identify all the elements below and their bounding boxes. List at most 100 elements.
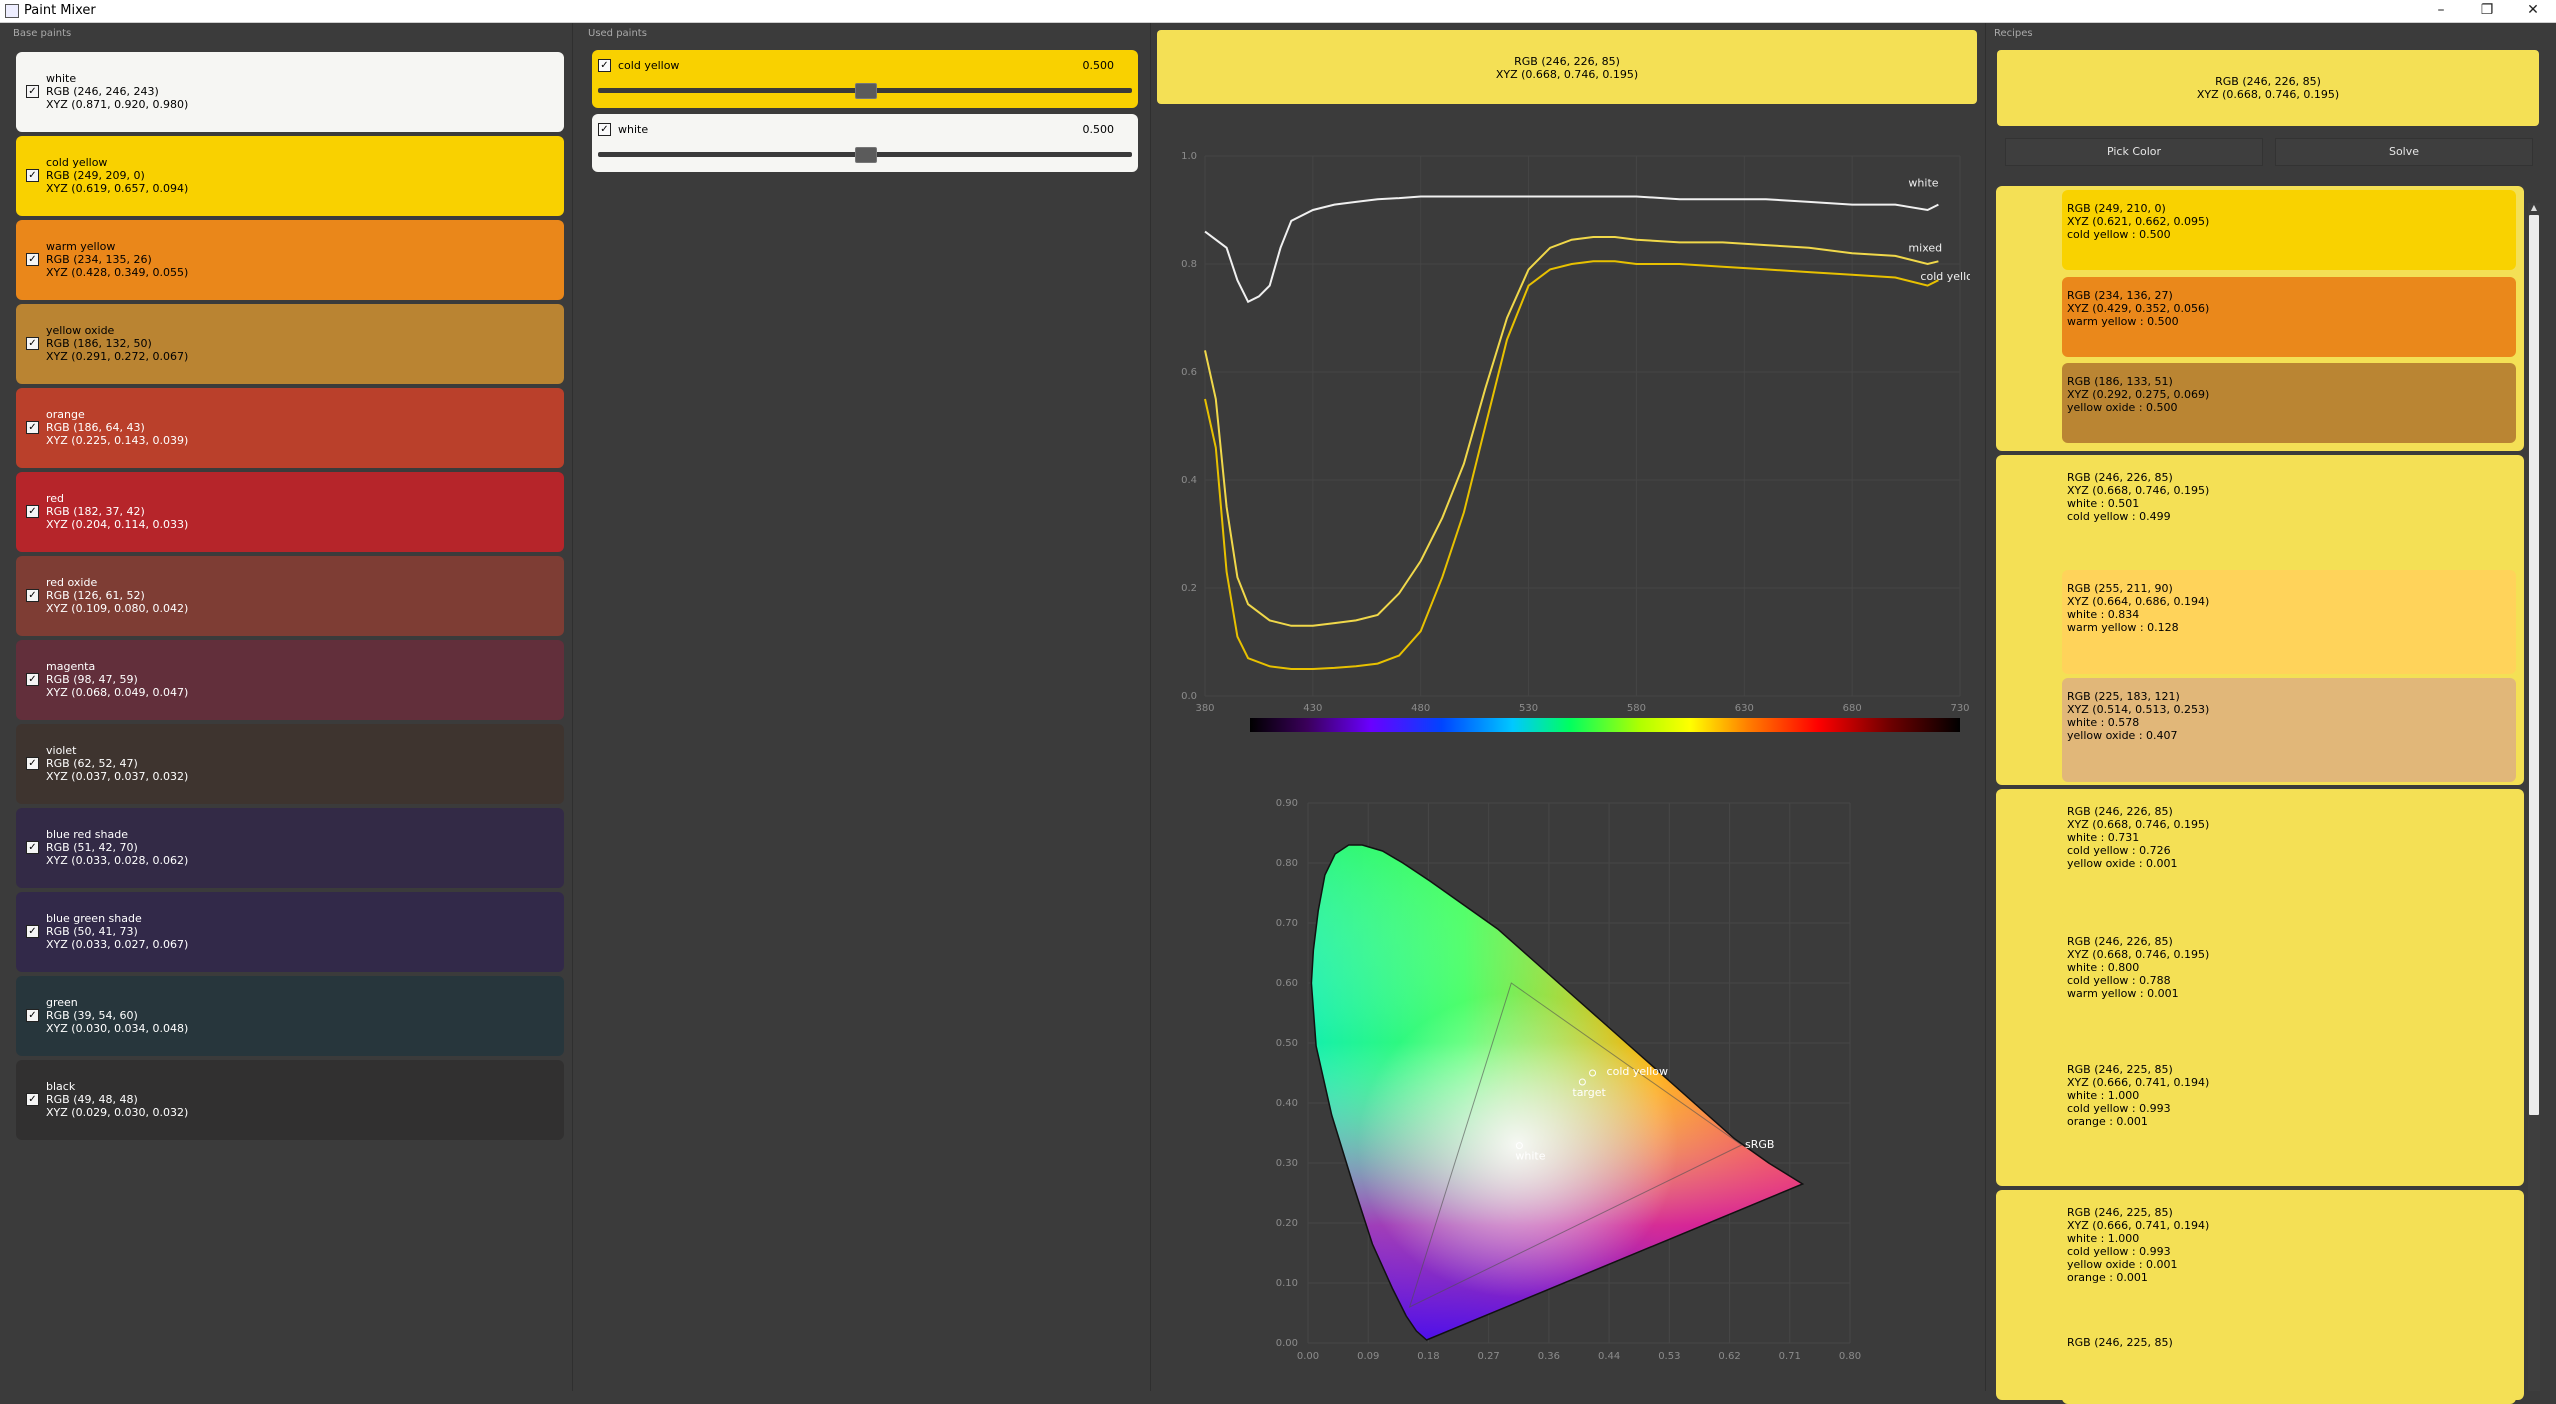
recipe-item[interactable]: RGB (246, 226, 85) XYZ (0.668, 0.746, 0.1… bbox=[2062, 793, 2516, 917]
paint-name: green bbox=[46, 996, 78, 1009]
base-paint-card[interactable]: ✓ blue green shade RGB (50, 41, 73) XYZ (0.… bbox=[16, 892, 564, 972]
recipe-item[interactable]: RGB (186, 133, 51) XYZ (0.292, 0.275, 0.0… bbox=[2062, 363, 2516, 443]
series-label: mixed bbox=[1908, 241, 1942, 254]
maximize-button[interactable]: ❐ bbox=[2464, 0, 2510, 22]
paint-checkbox[interactable]: ✓ bbox=[26, 505, 39, 518]
point-label: sRGB bbox=[1745, 1138, 1774, 1151]
paint-name: cold yellow bbox=[46, 156, 108, 169]
recipe-line: orange : 0.001 bbox=[2067, 1271, 2148, 1284]
panel-separator bbox=[572, 23, 573, 1391]
paint-checkbox[interactable]: ✓ bbox=[26, 589, 39, 602]
paint-name: yellow oxide bbox=[46, 324, 115, 337]
recipe-line: orange : 0.001 bbox=[2067, 1115, 2148, 1128]
recipe-line: XYZ (0.668, 0.746, 0.195) bbox=[2067, 484, 2210, 497]
paint-rgb: RGB (39, 54, 60) bbox=[46, 1009, 138, 1022]
base-paint-card[interactable]: ✓ yellow oxide RGB (186, 132, 50) XYZ (0.29… bbox=[16, 304, 564, 384]
point-label: cold yellow bbox=[1607, 1065, 1668, 1078]
scroll-up-arrow-icon[interactable]: ▲ bbox=[2528, 203, 2540, 213]
base-paint-card[interactable]: ✓ red RGB (182, 37, 42) XYZ (0.204, 0.114, … bbox=[16, 472, 564, 552]
paint-checkbox[interactable]: ✓ bbox=[26, 337, 39, 350]
y-tick-label: 0.40 bbox=[1276, 1098, 1298, 1109]
y-tick-label: 0.30 bbox=[1276, 1158, 1298, 1169]
recipe-item[interactable]: RGB (246, 225, 85) XYZ (0.666, 0.741, 0.1… bbox=[2062, 1051, 2516, 1175]
recipe-item[interactable]: RGB (246, 226, 85) XYZ (0.668, 0.746, 0.1… bbox=[2062, 459, 2516, 563]
used-paint-name: cold yellow bbox=[618, 59, 680, 72]
recipe-item[interactable]: RGB (255, 211, 90) XYZ (0.664, 0.686, 0.1… bbox=[2062, 570, 2516, 674]
recipe-line: RGB (225, 183, 121) bbox=[2067, 690, 2180, 703]
base-paint-card[interactable]: ✓ white RGB (246, 246, 243) XYZ (0.871, 0.9… bbox=[16, 52, 564, 132]
recipe-line: RGB (246, 225, 85) bbox=[2067, 1063, 2173, 1076]
window-title: Paint Mixer bbox=[24, 3, 96, 18]
used-paint-name: white bbox=[618, 123, 649, 136]
point-label: target bbox=[1572, 1086, 1606, 1099]
base-paint-card[interactable]: ✓ green RGB (39, 54, 60) XYZ (0.030, 0.034,… bbox=[16, 976, 564, 1056]
recipe-line: white : 0.834 bbox=[2067, 608, 2140, 621]
y-tick-label: 1.0 bbox=[1181, 151, 1197, 162]
y-tick-label: 0.70 bbox=[1276, 918, 1298, 929]
paint-rgb: RGB (186, 132, 50) bbox=[46, 337, 152, 350]
recipe-line: white : 1.000 bbox=[2067, 1089, 2140, 1102]
pick-color-button[interactable]: Pick Color bbox=[2005, 138, 2263, 166]
y-tick-label: 0.80 bbox=[1276, 858, 1298, 869]
paint-checkbox[interactable]: ✓ bbox=[26, 1093, 39, 1106]
used-paint-checkbox[interactable]: ✓ bbox=[598, 123, 611, 136]
base-paint-card[interactable]: ✓ cold yellow RGB (249, 209, 0) XYZ (0.619,… bbox=[16, 136, 564, 216]
minimize-button[interactable]: – bbox=[2418, 0, 2464, 22]
mixed-rgb: RGB (246, 226, 85) bbox=[1514, 55, 1620, 68]
paint-checkbox[interactable]: ✓ bbox=[26, 841, 39, 854]
recipe-item[interactable]: RGB (225, 183, 121) XYZ (0.514, 0.513, 0.… bbox=[2062, 678, 2516, 782]
paint-xyz: XYZ (0.291, 0.272, 0.067) bbox=[46, 350, 189, 363]
paint-name: red bbox=[46, 492, 65, 505]
base-paint-card[interactable]: ✓ red oxide RGB (126, 61, 52) XYZ (0.109, 0… bbox=[16, 556, 564, 636]
recipe-item[interactable]: RGB (246, 226, 85) XYZ (0.668, 0.746, 0.1… bbox=[2062, 923, 2516, 1047]
panel-separator bbox=[1985, 23, 1986, 1391]
used-paint-checkbox[interactable]: ✓ bbox=[598, 59, 611, 72]
base-paint-card[interactable]: ✓ violet RGB (62, 52, 47) XYZ (0.037, 0.037… bbox=[16, 724, 564, 804]
paint-checkbox[interactable]: ✓ bbox=[26, 673, 39, 686]
paint-name: white bbox=[46, 72, 77, 85]
base-paint-card[interactable]: ✓ warm yellow RGB (234, 135, 26) XYZ (0.428… bbox=[16, 220, 564, 300]
recipe-group: RGB (246, 226, 85) XYZ (0.668, 0.746, 0.1… bbox=[1996, 455, 2524, 785]
amount-slider-handle[interactable] bbox=[855, 83, 877, 99]
paint-xyz: XYZ (0.033, 0.028, 0.062) bbox=[46, 854, 189, 867]
base-paint-card[interactable]: ✓ black RGB (49, 48, 48) XYZ (0.029, 0.030,… bbox=[16, 1060, 564, 1140]
paint-xyz: XYZ (0.029, 0.030, 0.032) bbox=[46, 1106, 189, 1119]
recipe-line: yellow oxide : 0.500 bbox=[2067, 401, 2178, 414]
recipe-line: cold yellow : 0.788 bbox=[2067, 974, 2171, 987]
recipe-group: RGB (246, 226, 85) XYZ (0.668, 0.746, 0.1… bbox=[1996, 789, 2524, 1186]
recipe-line: RGB (234, 136, 27) bbox=[2067, 289, 2173, 302]
paint-checkbox[interactable]: ✓ bbox=[26, 85, 39, 98]
recipe-line: XYZ (0.666, 0.741, 0.194) bbox=[2067, 1219, 2210, 1232]
recipe-item[interactable]: RGB (249, 210, 0) XYZ (0.621, 0.662, 0.09… bbox=[2062, 190, 2516, 270]
used-paint-card: ✓ white 0.500 bbox=[592, 114, 1138, 172]
solve-button[interactable]: Solve bbox=[2275, 138, 2533, 166]
y-tick-label: 0.6 bbox=[1181, 367, 1197, 378]
paint-checkbox[interactable]: ✓ bbox=[26, 253, 39, 266]
recipe-item[interactable]: RGB (246, 225, 85) XYZ (0.666, 0.741, 0.1… bbox=[2062, 1194, 2516, 1318]
recipe-item[interactable]: RGB (234, 136, 27) XYZ (0.429, 0.352, 0.0… bbox=[2062, 277, 2516, 357]
recipe-item[interactable]: RGB (246, 225, 85) bbox=[2062, 1324, 2516, 1404]
recipe-line: yellow oxide : 0.001 bbox=[2067, 1258, 2178, 1271]
paint-xyz: XYZ (0.871, 0.920, 0.980) bbox=[46, 98, 189, 111]
used-paint-amount: 0.500 bbox=[1082, 123, 1115, 136]
paint-xyz: XYZ (0.109, 0.080, 0.042) bbox=[46, 602, 189, 615]
amount-slider-handle[interactable] bbox=[855, 147, 877, 163]
scrollbar-thumb[interactable] bbox=[2529, 215, 2539, 1115]
paint-checkbox[interactable]: ✓ bbox=[26, 169, 39, 182]
recipes-scrollbar[interactable]: ▲ bbox=[2528, 203, 2540, 1391]
paint-xyz: XYZ (0.030, 0.034, 0.048) bbox=[46, 1022, 189, 1035]
x-tick-label: 380 bbox=[1195, 703, 1214, 714]
x-tick-label: 480 bbox=[1411, 703, 1430, 714]
x-tick-label: 0.27 bbox=[1478, 1351, 1500, 1362]
y-tick-label: 0.90 bbox=[1276, 798, 1298, 809]
paint-checkbox[interactable]: ✓ bbox=[26, 421, 39, 434]
base-paint-card[interactable]: ✓ magenta RGB (98, 47, 59) XYZ (0.068, 0.04… bbox=[16, 640, 564, 720]
paint-checkbox[interactable]: ✓ bbox=[26, 757, 39, 770]
paint-checkbox[interactable]: ✓ bbox=[26, 925, 39, 938]
close-button[interactable]: ✕ bbox=[2510, 0, 2556, 22]
recipe-line: RGB (246, 226, 85) bbox=[2067, 471, 2173, 484]
used-paint-amount: 0.500 bbox=[1082, 59, 1115, 72]
base-paint-card[interactable]: ✓ blue red shade RGB (51, 42, 70) XYZ (0.03… bbox=[16, 808, 564, 888]
paint-checkbox[interactable]: ✓ bbox=[26, 1009, 39, 1022]
base-paint-card[interactable]: ✓ orange RGB (186, 64, 43) XYZ (0.225, 0.14… bbox=[16, 388, 564, 468]
